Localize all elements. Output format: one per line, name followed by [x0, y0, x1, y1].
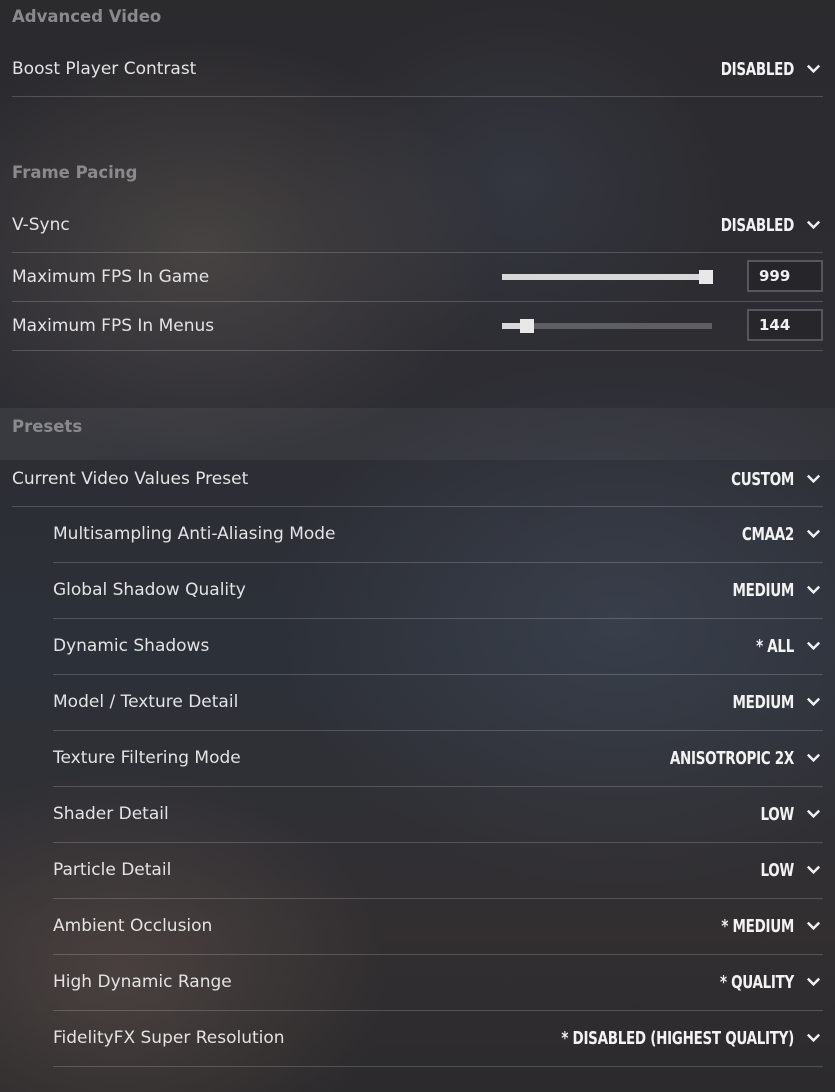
- setting-row-shader-detail: Shader Detail LOW: [53, 787, 823, 843]
- chevron-down-icon: [806, 1033, 821, 1043]
- setting-label: High Dynamic Range: [53, 972, 232, 992]
- setting-label: Dynamic Shadows: [53, 636, 210, 656]
- setting-row-boost-player-contrast: Boost Player Contrast DISABLED: [12, 47, 823, 97]
- dropdown-value: * MEDIUM: [721, 914, 794, 937]
- max-fps-game-input[interactable]: 999: [747, 260, 823, 292]
- setting-dropdown[interactable]: * ALL: [756, 634, 823, 657]
- setting-row-vsync: V-Sync DISABLED: [12, 203, 823, 253]
- slider-thumb[interactable]: [698, 270, 713, 284]
- chevron-down-icon: [806, 529, 821, 539]
- chevron-down-icon: [806, 474, 821, 484]
- dropdown-value: MEDIUM: [732, 578, 795, 601]
- max-fps-game-slider[interactable]: [502, 270, 713, 284]
- dropdown-value: ANISOTROPIC 2X: [669, 746, 794, 769]
- setting-row-texture-filtering-mode: Texture Filtering Mode ANISOTROPIC 2X: [53, 731, 823, 787]
- setting-label: Maximum FPS In Game: [12, 267, 210, 287]
- setting-dropdown[interactable]: MEDIUM: [732, 578, 823, 601]
- setting-row-model-texture-detail: Model / Texture Detail MEDIUM: [53, 675, 823, 731]
- setting-label: Ambient Occlusion: [53, 916, 213, 936]
- chevron-down-icon: [806, 809, 821, 819]
- setting-row-max-fps-menus: Maximum FPS In Menus 144: [12, 302, 823, 351]
- dropdown-value: * QUALITY: [719, 970, 794, 993]
- setting-label: Multisampling Anti-Aliasing Mode: [53, 524, 336, 544]
- chevron-down-icon: [806, 220, 821, 230]
- presets-header-band: [0, 408, 835, 460]
- dropdown-value: * DISABLED (HIGHEST QUALITY): [561, 1026, 794, 1049]
- section-title-advanced-video: Advanced Video: [12, 7, 162, 26]
- setting-label: Maximum FPS In Menus: [12, 316, 215, 336]
- setting-label: Boost Player Contrast: [12, 59, 197, 79]
- setting-label: Model / Texture Detail: [53, 692, 239, 712]
- setting-row-high-dynamic-range: High Dynamic Range * QUALITY: [53, 955, 823, 1011]
- chevron-down-icon: [806, 865, 821, 875]
- chevron-down-icon: [806, 585, 821, 595]
- dropdown-value: DISABLED: [720, 213, 795, 236]
- section-title-presets: Presets: [12, 417, 83, 436]
- dropdown-value: MEDIUM: [732, 690, 795, 713]
- dropdown-value: CMAA2: [741, 522, 794, 545]
- chevron-down-icon: [806, 64, 821, 74]
- setting-row-max-fps-game: Maximum FPS In Game 999: [12, 253, 823, 302]
- setting-label: Texture Filtering Mode: [53, 748, 241, 768]
- slider-thumb[interactable]: [520, 319, 535, 333]
- setting-dropdown[interactable]: LOW: [760, 858, 823, 881]
- setting-label: Global Shadow Quality: [53, 580, 246, 600]
- dropdown-value: CUSTOM: [731, 467, 794, 490]
- setting-row-fidelityfx-super-resolution: FidelityFX Super Resolution * DISABLED (H…: [53, 1011, 823, 1067]
- vsync-dropdown[interactable]: DISABLED: [720, 213, 823, 236]
- setting-label: V-Sync: [12, 215, 70, 235]
- dropdown-value: DISABLED: [720, 57, 795, 80]
- dropdown-value: LOW: [760, 802, 794, 825]
- setting-label: Current Video Values Preset: [12, 469, 249, 489]
- chevron-down-icon: [806, 641, 821, 651]
- current-preset-dropdown[interactable]: CUSTOM: [731, 467, 823, 490]
- chevron-down-icon: [806, 921, 821, 931]
- max-fps-menus-input[interactable]: 144: [747, 309, 823, 341]
- setting-row-dynamic-shadows: Dynamic Shadows * ALL: [53, 619, 823, 675]
- setting-row-ambient-occlusion: Ambient Occlusion * MEDIUM: [53, 899, 823, 955]
- dropdown-value: * ALL: [756, 634, 794, 657]
- setting-row-global-shadow-quality: Global Shadow Quality MEDIUM: [53, 563, 823, 619]
- setting-row-particle-detail: Particle Detail LOW: [53, 843, 823, 899]
- setting-dropdown[interactable]: ANISOTROPIC 2X: [669, 746, 823, 769]
- chevron-down-icon: [806, 753, 821, 763]
- chevron-down-icon: [806, 697, 821, 707]
- setting-dropdown[interactable]: * QUALITY: [719, 970, 823, 993]
- setting-dropdown[interactable]: MEDIUM: [732, 690, 823, 713]
- setting-dropdown[interactable]: * MEDIUM: [721, 914, 823, 937]
- setting-dropdown[interactable]: * DISABLED (HIGHEST QUALITY): [561, 1026, 823, 1049]
- section-title-frame-pacing: Frame Pacing: [12, 163, 138, 182]
- setting-label: FidelityFX Super Resolution: [53, 1028, 285, 1048]
- max-fps-menus-slider[interactable]: [502, 319, 712, 333]
- setting-dropdown[interactable]: CMAA2: [741, 522, 823, 545]
- boost-player-contrast-dropdown[interactable]: DISABLED: [720, 57, 823, 80]
- setting-row-multisampling-anti-aliasing-mode: Multisampling Anti-Aliasing Mode CMAA2: [53, 507, 823, 563]
- setting-dropdown[interactable]: LOW: [760, 802, 823, 825]
- dropdown-value: LOW: [760, 858, 794, 881]
- slider-fill: [502, 274, 706, 280]
- setting-label: Particle Detail: [53, 860, 172, 880]
- setting-label: Shader Detail: [53, 804, 169, 824]
- chevron-down-icon: [806, 977, 821, 987]
- setting-row-current-preset: Current Video Values Preset CUSTOM: [12, 457, 823, 507]
